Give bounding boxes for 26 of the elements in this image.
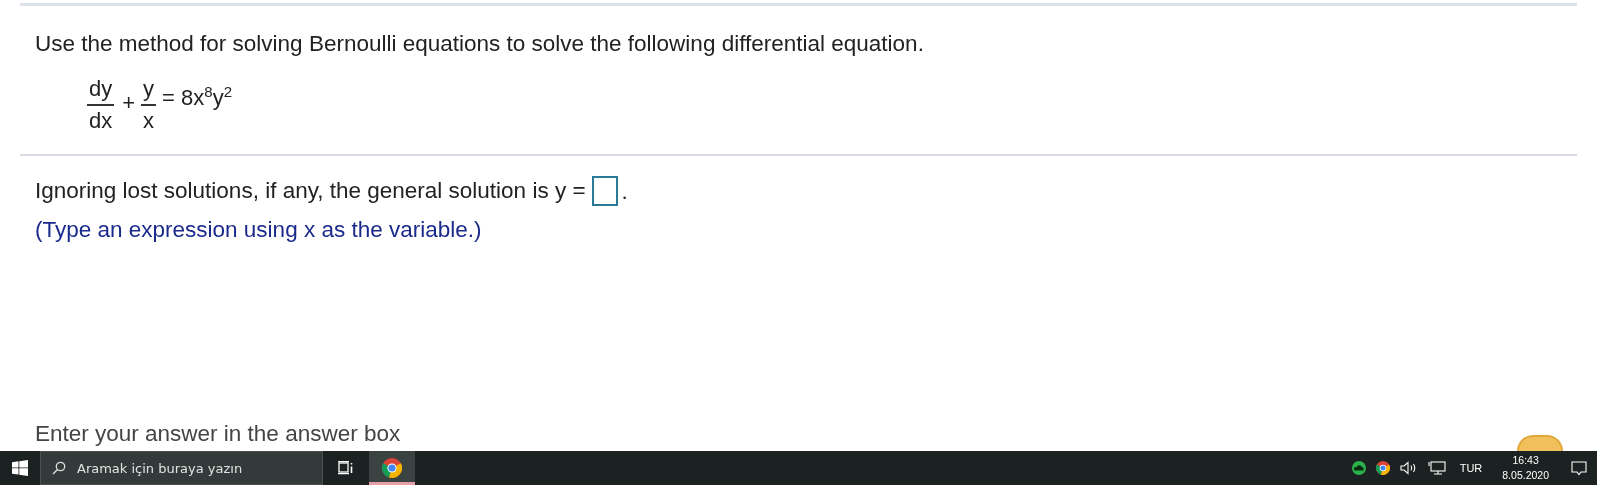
equation-operator: +: [122, 90, 136, 116]
browser-icon: [1375, 461, 1390, 475]
browser-taskbar-button[interactable]: [369, 451, 415, 485]
notification-icon: [1571, 460, 1587, 476]
notification-button[interactable]: [1571, 460, 1587, 476]
fraction-numerator: dy: [88, 76, 114, 102]
fraction-denominator: dx: [88, 108, 114, 134]
instruction-text: Enter your answer in the answer box: [35, 420, 401, 448]
clock-date[interactable]: 8.05.2020: [1502, 468, 1549, 483]
answer-box[interactable]: [591, 176, 618, 206]
hint-text: (Type an expression using x as the variable.): [35, 216, 483, 244]
fraction-denominator: x: [142, 108, 156, 134]
search-field[interactable]: Aramak için buraya yazın: [40, 451, 323, 485]
period-text: .: [621, 178, 628, 206]
language-indicator[interactable]: TUR: [1459, 462, 1483, 474]
answer-prompt: Ignoring lost solutions, if any, the general solution is y =: [35, 177, 586, 205]
task-view-icon: [338, 461, 354, 475]
windows-icon: [12, 460, 28, 476]
fraction-numerator: y: [142, 76, 156, 102]
network-icon[interactable]: [1427, 461, 1446, 475]
browser-icon: [382, 458, 402, 478]
cloud-icon: [1351, 461, 1366, 475]
clock-time[interactable]: 16:43: [1512, 453, 1539, 468]
speaker-icon[interactable]: [1399, 461, 1418, 475]
equation-text: = 8x$^{8}$y$^{2}$: [162, 82, 232, 112]
question-text: Use the method for solving Bernoulli equations to solve the following differential equation.: [35, 30, 925, 58]
